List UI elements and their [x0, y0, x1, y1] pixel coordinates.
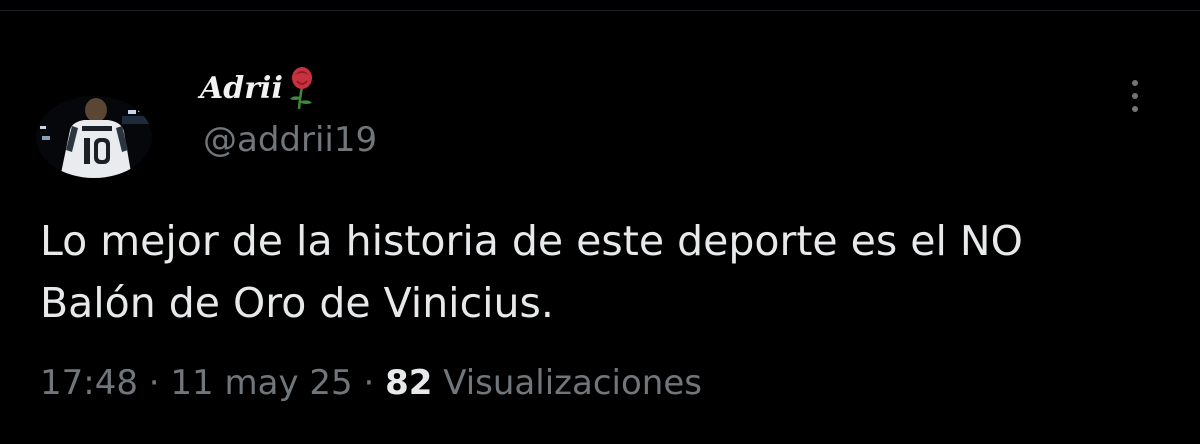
meta-separator: · [352, 363, 386, 403]
tweet-text-line-2: Balón de Oro de Vinicius. [40, 279, 554, 327]
tweet-text: Lo mejor de la historia de este deporte … [40, 210, 1160, 334]
tweet-date[interactable]: 11 may 25 [170, 363, 352, 403]
meta-separator: · [137, 363, 171, 403]
display-name[interactable]: Adrii [200, 62, 319, 114]
more-vertical-icon[interactable] [1120, 80, 1150, 124]
views-label[interactable]: Visualizaciones [432, 363, 702, 403]
tweet-meta: 17:48 · 11 may 25 · 82 Visualizaciones [40, 358, 702, 408]
display-name-text: Adrii [200, 70, 283, 106]
rose-icon [285, 65, 319, 111]
views-count[interactable]: 82 [385, 363, 432, 403]
tweet-time[interactable]: 17:48 [40, 363, 138, 403]
avatar[interactable] [36, 96, 152, 178]
user-handle[interactable]: @addrii19 [203, 118, 377, 162]
avatar-image [36, 96, 152, 178]
top-divider [0, 10, 1200, 11]
tweet-text-line-1: Lo mejor de la historia de este deporte … [40, 217, 1023, 265]
